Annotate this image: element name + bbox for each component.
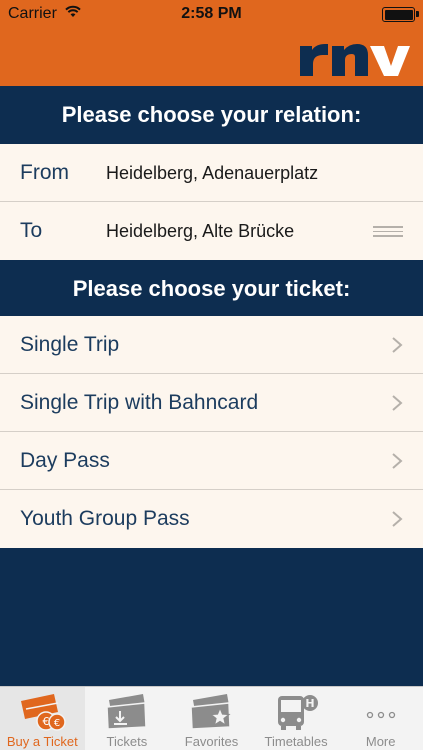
relation-section-title: Please choose your relation:: [0, 86, 423, 144]
svg-text:H: H: [305, 697, 314, 710]
ticket-item-youth-group-pass[interactable]: Youth Group Pass: [0, 490, 423, 548]
tab-timetables[interactable]: H Timetables: [254, 687, 339, 750]
reorder-handle-icon[interactable]: [373, 226, 403, 237]
tab-label: Tickets: [106, 734, 148, 749]
tab-favorites[interactable]: Favorites: [169, 687, 254, 750]
relation-panel: From Heidelberg, Adenauerplatz To Heidel…: [0, 144, 423, 260]
tickets-icon: [106, 694, 147, 730]
buy-ticket-icon: € €: [21, 694, 67, 731]
ticket-item-single-trip[interactable]: Single Trip: [0, 316, 423, 374]
ticket-label: Day Pass: [20, 449, 110, 472]
tab-more[interactable]: More: [338, 687, 423, 750]
ticket-label: Single Trip: [20, 333, 120, 356]
app-header: Carrier 2:58 PM: [0, 0, 423, 86]
bus-icon: H: [278, 695, 319, 730]
chevron-right-icon: [392, 453, 403, 469]
ticket-item-single-trip-bahncard[interactable]: Single Trip with Bahncard: [0, 374, 423, 432]
ticket-item-day-pass[interactable]: Day Pass: [0, 432, 423, 490]
favorites-icon: [190, 694, 232, 730]
tab-label: Buy a Ticket: [6, 734, 78, 749]
to-value[interactable]: Heidelberg, Alte Brücke: [106, 202, 294, 260]
from-value[interactable]: Heidelberg, Adenauerplatz: [106, 144, 318, 202]
chevron-right-icon: [392, 337, 403, 353]
battery-tip: [416, 11, 419, 17]
tab-buy-ticket[interactable]: € € Buy a Ticket: [0, 687, 85, 750]
battery-icon: [382, 7, 415, 22]
status-bar: Carrier 2:58 PM: [0, 0, 423, 28]
rnv-logo: [300, 44, 410, 76]
ticket-label: Youth Group Pass: [20, 507, 190, 530]
from-label: From: [20, 161, 69, 184]
svg-text:€: €: [54, 718, 60, 729]
tab-label: Timetables: [264, 734, 328, 749]
more-icon: [366, 711, 395, 719]
tab-tickets[interactable]: Tickets: [85, 687, 170, 750]
tab-bar: € € Buy a Ticket Tickets Favorites H Tim…: [0, 686, 423, 750]
tab-label: More: [365, 734, 396, 749]
chevron-right-icon: [392, 511, 403, 527]
ticket-label: Single Trip with Bahncard: [20, 391, 259, 414]
to-row[interactable]: To Heidelberg, Alte Brücke: [0, 202, 423, 260]
chevron-right-icon: [392, 395, 403, 411]
ticket-list: Single Trip Single Trip with Bahncard Da…: [0, 316, 423, 548]
from-row[interactable]: From Heidelberg, Adenauerplatz: [0, 144, 423, 202]
status-time: 2:58 PM: [181, 5, 242, 22]
tab-label: Favorites: [184, 734, 239, 749]
ticket-section-title: Please choose your ticket:: [0, 260, 423, 318]
to-label: To: [20, 219, 43, 242]
